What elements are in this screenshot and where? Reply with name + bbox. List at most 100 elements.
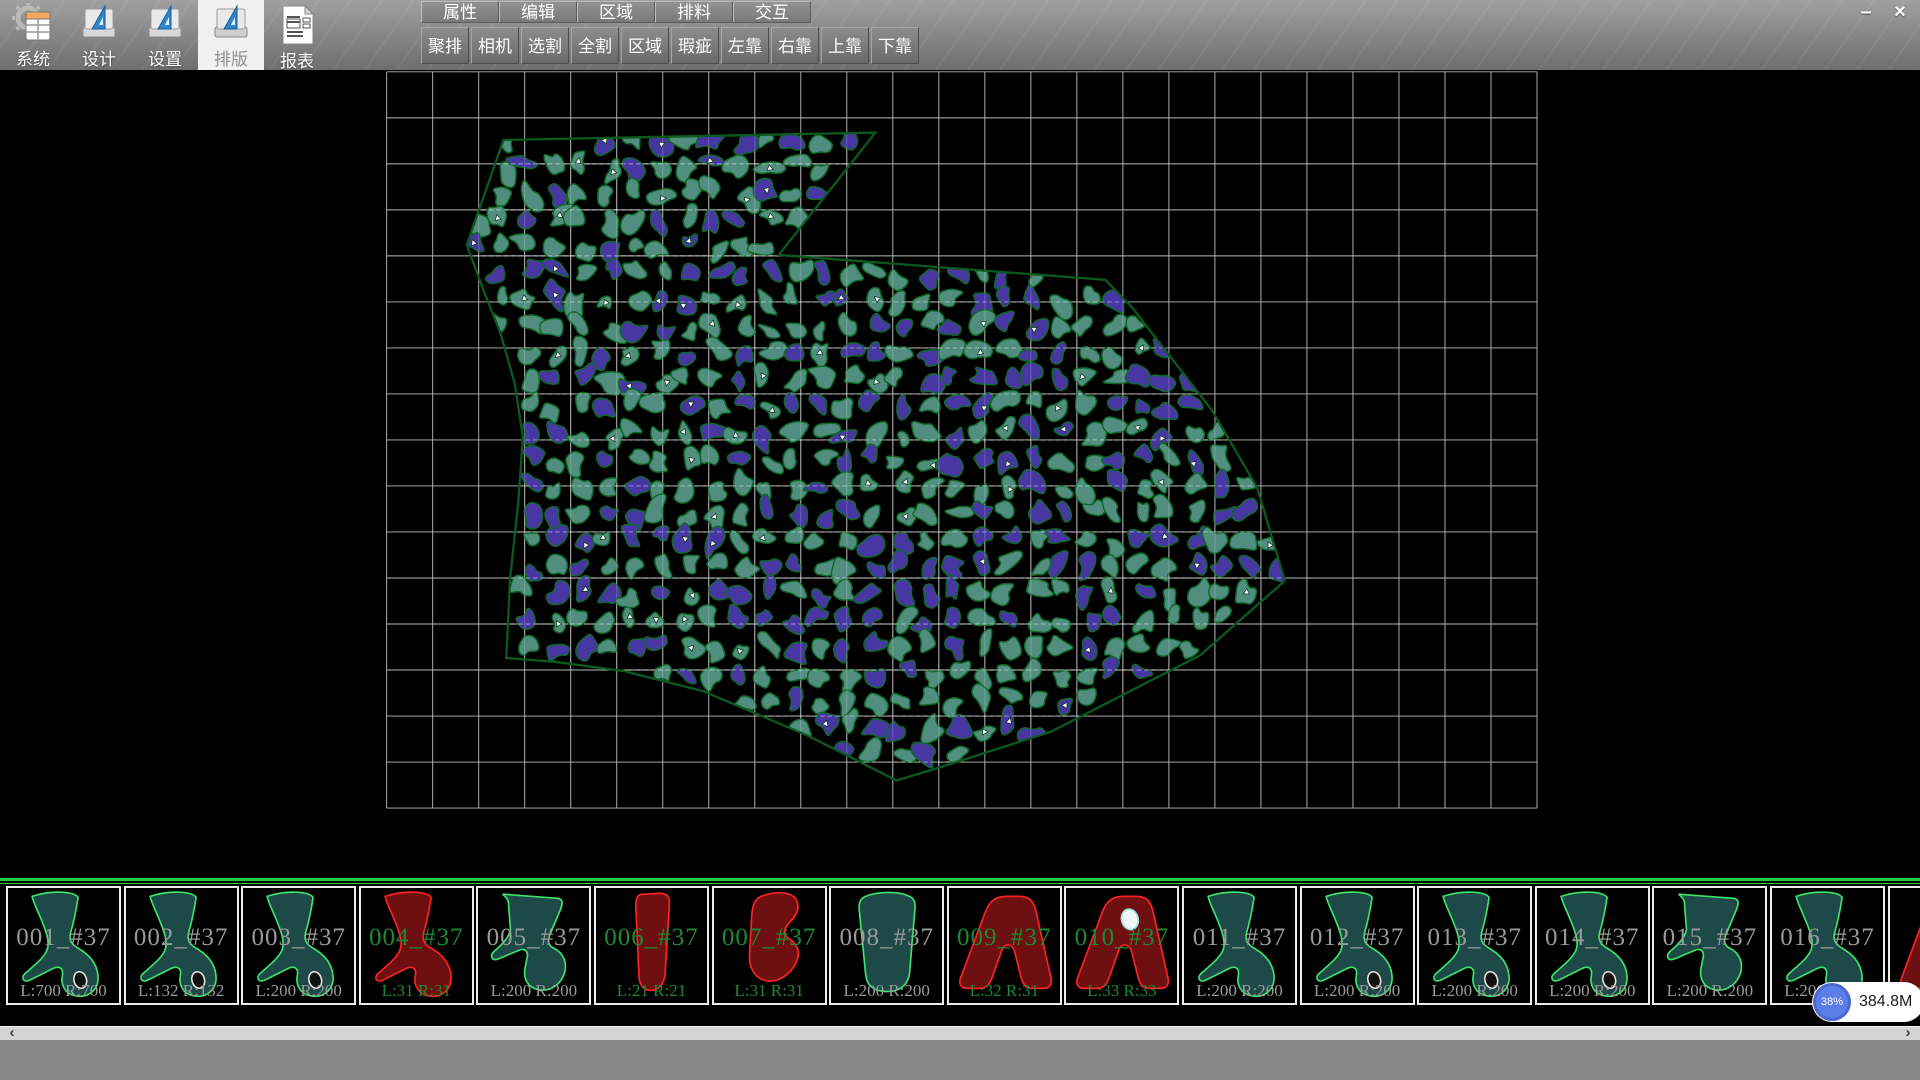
nav-tabs: 系统 设计 设置 排版 报表 (0, 0, 330, 70)
nested-piece[interactable] (708, 481, 727, 501)
tool-bar: 聚排相机选割全割区域瑕疵左靠右靠上靠下靠 (421, 27, 921, 64)
scroll-left-arrow-icon[interactable]: ‹ (2, 1025, 22, 1038)
window-controls: – × (1852, 0, 1914, 24)
tool-button-5[interactable]: 区域 (621, 27, 669, 64)
part-thumbnail-9[interactable]: 009_#37L:32 R:31 (947, 886, 1062, 1005)
part-thumbnail-11[interactable]: 011_#37L:200 R:200 (1182, 886, 1297, 1005)
part-thumbnail-13[interactable]: 013_#37L:200 R:200 (1417, 886, 1532, 1005)
nested-piece[interactable] (524, 503, 542, 529)
part-shape (126, 888, 237, 1003)
nested-piece[interactable] (727, 451, 750, 464)
nav-tab-label: 报表 (280, 47, 314, 72)
memory-usage-badge[interactable]: 38% 384.8M (1812, 982, 1920, 1022)
nav-tab-label: 设计 (82, 45, 116, 70)
tool-button-1[interactable]: 聚排 (421, 27, 469, 64)
part-shape (1066, 888, 1177, 1003)
nested-piece[interactable] (1077, 688, 1096, 705)
nav-tab-4[interactable]: 排版 (198, 0, 264, 70)
app-window: 系统设计设置排版报表 属性编辑区域排料交互 聚排相机选割全割区域瑕疵左靠右靠上靠… (0, 0, 1920, 1080)
nav-tab-1[interactable]: 系统 (0, 0, 66, 70)
tool-button-7[interactable]: 左靠 (721, 27, 769, 64)
nested-piece[interactable] (748, 242, 774, 255)
part-thumbnail-6[interactable]: 006_#37L:21 R:21 (594, 886, 709, 1005)
menu-item-5[interactable]: 交互 (733, 1, 811, 23)
part-thumbnail-8[interactable]: 008_#37L:200 R:200 (829, 886, 944, 1005)
tool-button-2[interactable]: 相机 (471, 27, 519, 64)
part-shape (1419, 888, 1530, 1003)
part-thumbnail-2[interactable]: 002_#37L:132 R:132 (124, 886, 239, 1005)
memory-value: 384.8M (1859, 993, 1912, 1011)
part-thumbnail-7[interactable]: 007_#37L:31 R:31 (712, 886, 827, 1005)
nesting-canvas[interactable] (0, 70, 1920, 878)
part-thumbnail-10[interactable]: 010_#37L:33 R:33 (1064, 886, 1179, 1005)
part-shape (361, 888, 472, 1003)
nav-tab-label: 排版 (214, 45, 248, 70)
tool-button-9[interactable]: 上靠 (821, 27, 869, 64)
menu-item-3[interactable]: 区域 (577, 1, 655, 23)
nested-piece[interactable] (831, 398, 853, 419)
part-shape (478, 888, 589, 1003)
part-thumbnail-15[interactable]: 015_#37L:200 R:200 (1652, 886, 1767, 1005)
nested-piece[interactable] (1137, 502, 1149, 522)
part-thumbnail-14[interactable]: 014_#37L:200 R:200 (1535, 886, 1650, 1005)
nested-piece[interactable] (540, 319, 563, 337)
design-icon (77, 3, 121, 45)
part-shape (1184, 888, 1295, 1003)
part-shape (596, 888, 707, 1003)
report-icon (275, 3, 319, 47)
part-shape (8, 888, 119, 1003)
system-icon (11, 3, 55, 45)
nested-piece[interactable] (945, 607, 961, 628)
nested-piece[interactable] (652, 586, 670, 600)
menu-item-2[interactable]: 编辑 (499, 1, 577, 23)
nested-piece[interactable] (567, 609, 588, 626)
part-shape (1537, 888, 1648, 1003)
menu-bar: 属性编辑区域排料交互 (421, 1, 811, 23)
part-thumbnail-4[interactable]: 004_#37L:31 R:31 (359, 886, 474, 1005)
nested-piece[interactable] (783, 449, 796, 470)
memory-percent: 38% (1821, 996, 1843, 1008)
parts-filmstrip: 001_#37L:700 R:700002_#37L:132 R:132003_… (0, 884, 1920, 1004)
memory-percent-indicator: 38% (1813, 983, 1851, 1021)
part-thumbnail-1[interactable]: 001_#37L:700 R:700 (6, 886, 121, 1005)
nested-piece[interactable] (1209, 584, 1229, 600)
nav-tab-label: 系统 (16, 45, 50, 70)
nav-tab-5[interactable]: 报表 (264, 0, 330, 70)
settings-icon (143, 3, 187, 45)
part-shape (243, 888, 354, 1003)
tool-button-10[interactable]: 下靠 (871, 27, 919, 64)
nested-piece[interactable] (602, 210, 619, 239)
menu-item-1[interactable]: 属性 (421, 1, 499, 23)
canvas-svg (0, 70, 1920, 878)
tool-button-3[interactable]: 选割 (521, 27, 569, 64)
toolbar: 系统设计设置排版报表 属性编辑区域排料交互 聚排相机选割全割区域瑕疵左靠右靠上靠… (0, 0, 1920, 70)
part-shape (1654, 888, 1765, 1003)
scroll-right-arrow-icon[interactable]: › (1898, 1025, 1918, 1038)
part-shape (1302, 888, 1413, 1003)
nested-piece[interactable] (626, 178, 639, 198)
part-thumbnail-5[interactable]: 005_#37L:200 R:200 (476, 886, 591, 1005)
close-button[interactable]: × (1886, 0, 1914, 24)
part-shape (714, 888, 825, 1003)
tool-button-8[interactable]: 右靠 (771, 27, 819, 64)
status-bar (0, 1040, 1920, 1080)
minimize-button[interactable]: – (1852, 0, 1880, 24)
tool-button-4[interactable]: 全割 (571, 27, 619, 64)
nested-piece[interactable] (576, 243, 597, 262)
nav-tab-label: 设置 (148, 45, 182, 70)
nested-piece[interactable] (1001, 705, 1014, 735)
nested-piece[interactable] (576, 392, 591, 412)
nested-piece[interactable] (1019, 349, 1037, 361)
nested-piece[interactable] (1230, 532, 1257, 550)
part-thumbnail-12[interactable]: 012_#37L:200 R:200 (1300, 886, 1415, 1005)
nav-tab-3[interactable]: 设置 (132, 0, 198, 70)
tool-button-6[interactable]: 瑕疵 (671, 27, 719, 64)
part-thumbnail-3[interactable]: 003_#37L:200 R:200 (241, 886, 356, 1005)
nav-tab-2[interactable]: 设计 (66, 0, 132, 70)
nested-piece[interactable] (546, 554, 567, 574)
layout-icon (209, 3, 253, 45)
part-shape (831, 888, 942, 1003)
menu-item-4[interactable]: 排料 (655, 1, 733, 23)
part-shape (949, 888, 1060, 1003)
horizontal-scrollbar[interactable]: ‹ › (0, 1026, 1920, 1040)
